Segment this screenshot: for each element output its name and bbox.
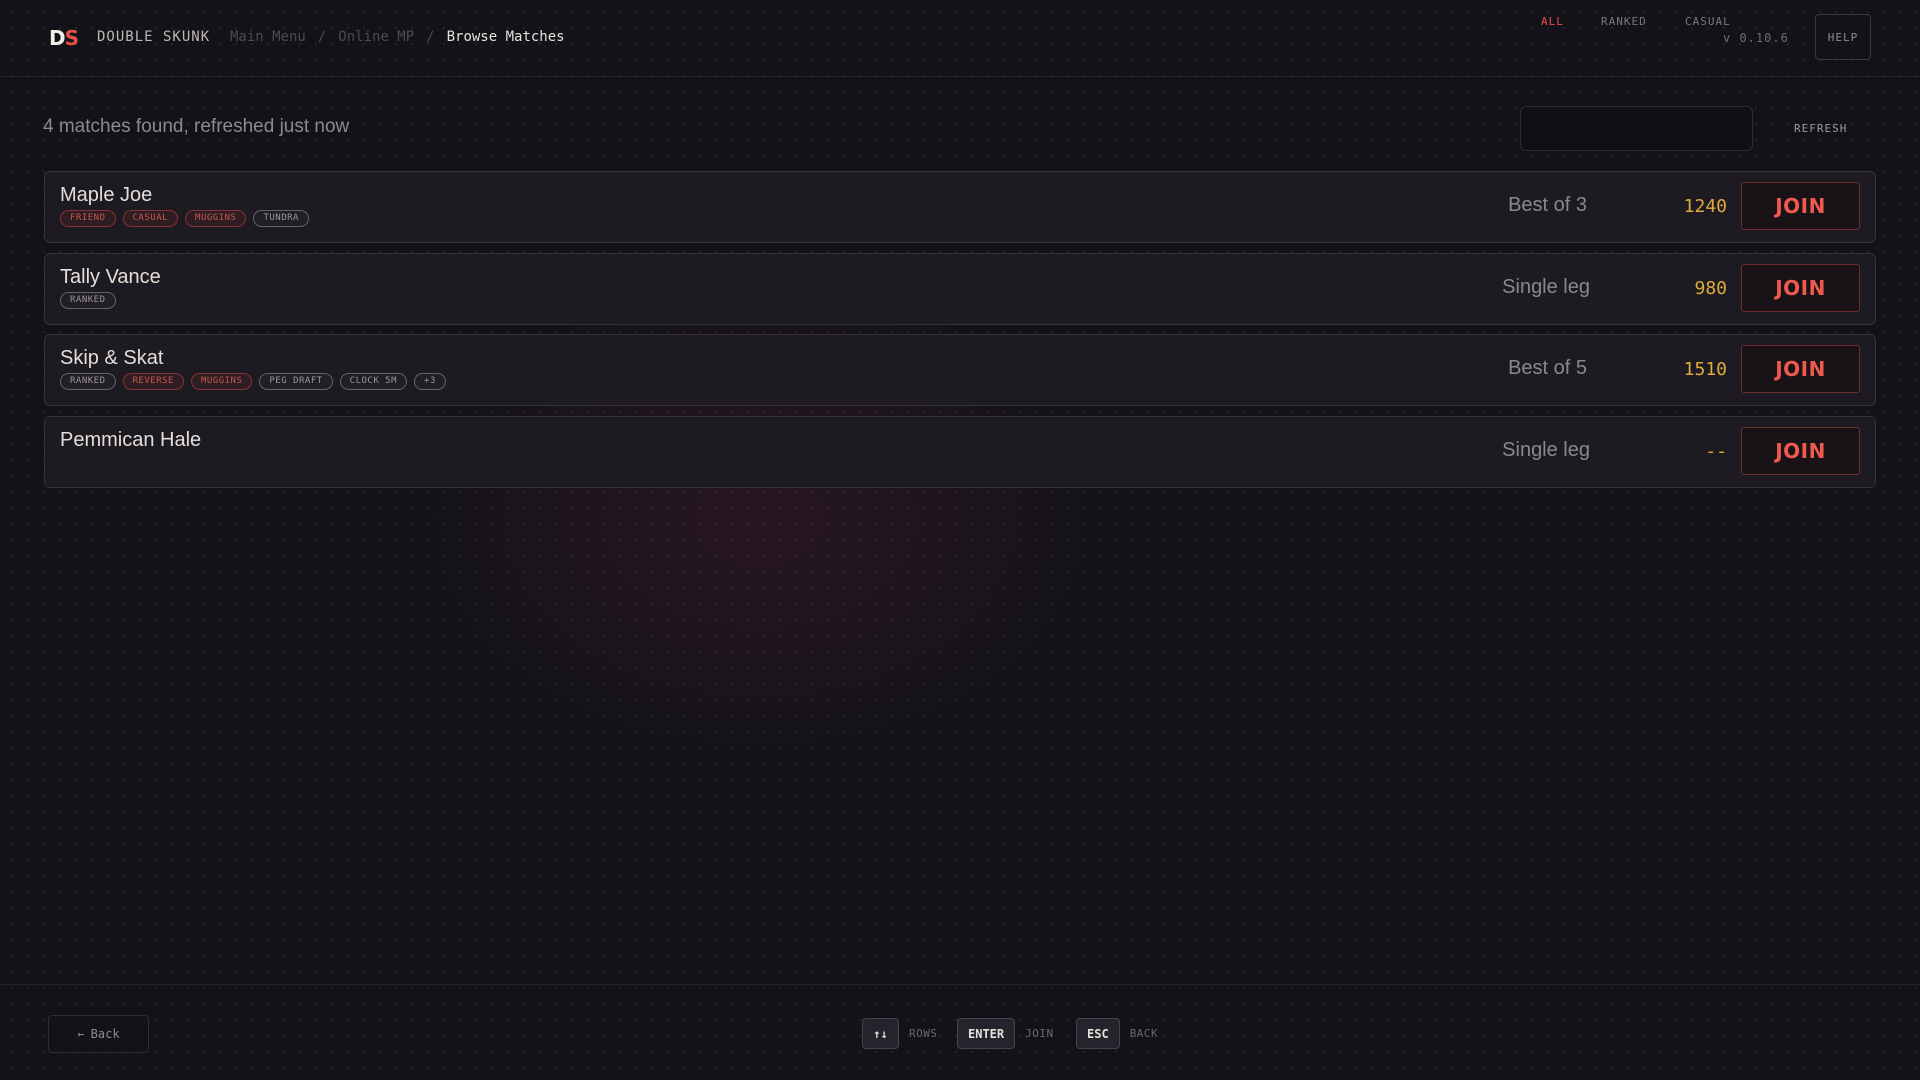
logo-letter-d: D [49, 26, 66, 50]
hint-label: JOIN [1025, 1027, 1054, 1040]
filter-tabs [1520, 106, 1753, 151]
match-tag: PEG DRAFT [259, 373, 333, 390]
match-row[interactable]: Pemmican Hale Single leg -- JOIN [44, 416, 1876, 488]
host-name: Skip & Skat [60, 347, 164, 369]
match-tag: REVERSE [122, 373, 184, 390]
breadcrumb-separator: / [317, 29, 327, 45]
join-button[interactable]: JOIN [1741, 264, 1860, 312]
match-row[interactable]: Maple Joe FRIEND CASUAL MUGGINS TUNDRA B… [44, 171, 1876, 243]
join-button[interactable]: JOIN [1741, 182, 1860, 230]
key-up-down-icon: ↑↓ [862, 1018, 899, 1049]
key-esc: ESC [1076, 1018, 1120, 1049]
hint-join: ENTER JOIN [957, 1018, 1054, 1049]
breadcrumb: Main Menu / Online MP / Browse Matches [230, 29, 565, 45]
match-tag: CASUAL [122, 210, 179, 227]
key-enter: ENTER [957, 1018, 1016, 1049]
refresh-button[interactable]: REFRESH [1794, 122, 1847, 135]
hint-label: ROWS [909, 1027, 938, 1040]
host-rating: 1510 [1683, 359, 1727, 380]
match-tags: RANKED REVERSE MUGGINS PEG DRAFT CLOCK 5… [60, 373, 446, 390]
filter-ranked[interactable]: RANKED [1601, 15, 1647, 28]
breadcrumb-current: Browse Matches [446, 29, 565, 45]
match-tag: TUNDRA [253, 210, 309, 227]
host-rating: 980 [1694, 278, 1727, 299]
app-title: DOUBLE SKUNK [97, 29, 211, 45]
match-format: Best of 3 [1508, 194, 1587, 216]
version-label: v 0.10.6 [1723, 31, 1789, 45]
join-button[interactable]: JOIN [1741, 427, 1860, 475]
host-rating: 1240 [1683, 196, 1727, 217]
more-tags-badge[interactable]: +3 [414, 373, 446, 390]
match-tag: RANKED [60, 373, 116, 390]
help-button[interactable]: HELP [1815, 14, 1871, 60]
back-button[interactable]: ← Back [48, 1015, 149, 1053]
join-button[interactable]: JOIN [1741, 345, 1860, 393]
app-logo: DS [49, 26, 79, 50]
match-tags: FRIEND CASUAL MUGGINS TUNDRA [60, 210, 309, 227]
breadcrumb-separator: / [426, 29, 435, 45]
back-label: Back [90, 1027, 120, 1041]
match-tag: FRIEND [60, 210, 116, 227]
hint-rows: ↑↓ ROWS [862, 1018, 938, 1049]
host-rating: -- [1705, 441, 1727, 462]
host-name: Maple Joe [60, 184, 153, 206]
host-name: Pemmican Hale [60, 429, 202, 451]
match-tag: MUGGINS [190, 373, 253, 390]
match-format: Single leg [1502, 439, 1590, 461]
match-format: Best of 5 [1508, 357, 1587, 379]
match-count-status: 4 matches found, refreshed just now [43, 116, 350, 137]
match-tag: CLOCK 5M [339, 373, 408, 390]
match-tag: RANKED [60, 292, 116, 309]
match-format: Single leg [1502, 276, 1590, 298]
filter-casual[interactable]: CASUAL [1685, 15, 1731, 28]
host-name: Tally Vance [60, 266, 161, 288]
breadcrumb-main-menu[interactable]: Main Menu [230, 29, 306, 45]
filter-all[interactable]: ALL [1541, 15, 1564, 28]
match-tags: RANKED [60, 292, 116, 309]
logo-letter-s: S [64, 26, 79, 50]
match-row[interactable]: Tally Vance RANKED Single leg 980 JOIN [44, 253, 1876, 325]
hint-label: BACK [1129, 1027, 1159, 1040]
breadcrumb-online-mp[interactable]: Online MP [338, 29, 414, 45]
match-tag: MUGGINS [185, 210, 247, 227]
arrow-left-icon: ← [77, 1027, 85, 1041]
hint-back: ESC BACK [1076, 1018, 1158, 1049]
match-row[interactable]: Skip & Skat RANKED REVERSE MUGGINS PEG D… [44, 334, 1876, 406]
